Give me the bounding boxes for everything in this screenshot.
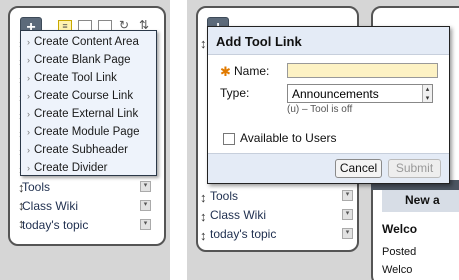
drag-handle-icon[interactable]: ↕ xyxy=(200,190,207,205)
chevron-right-icon: › xyxy=(27,145,30,155)
option-label: Create Blank Page xyxy=(34,54,131,66)
create-module-page-option[interactable]: › Create Module Page xyxy=(27,126,139,138)
option-label: Create External Link xyxy=(34,108,139,120)
chevron-down-icon[interactable]: ▾ xyxy=(140,219,151,230)
chevron-down-icon[interactable]: ▾ xyxy=(140,200,151,211)
dialog-form: ✱ Name: Type: Announcements ▴ ▾ (u) – Too… xyxy=(208,54,449,154)
welcome-text: Welco xyxy=(382,264,413,276)
panel-divider xyxy=(170,0,187,280)
chevron-right-icon: › xyxy=(27,73,30,83)
submit-button[interactable]: Submit xyxy=(388,159,441,178)
type-label: Type: xyxy=(220,86,250,100)
option-label: Create Tool Link xyxy=(34,72,117,84)
create-blank-page-option[interactable]: › Create Blank Page xyxy=(27,54,131,66)
available-to-users-label[interactable]: Available to Users xyxy=(240,131,337,145)
name-label: Name: xyxy=(234,64,270,78)
chevron-right-icon: › xyxy=(27,55,30,65)
chevron-right-icon: › xyxy=(27,37,30,47)
chevron-down-icon[interactable]: ▾ xyxy=(342,228,353,239)
required-asterisk-icon: ✱ xyxy=(220,64,231,79)
option-label: Create Module Page xyxy=(34,126,140,138)
drag-handle-icon[interactable]: ↕ xyxy=(200,209,207,224)
chevron-down-icon[interactable]: ▾ xyxy=(342,209,353,220)
new-announcement-bar[interactable]: New a xyxy=(382,190,459,212)
create-course-link-option[interactable]: › Create Course Link xyxy=(27,90,133,102)
option-label: Create Course Link xyxy=(34,90,134,102)
chevron-right-icon: › xyxy=(27,163,30,173)
available-to-users-checkbox[interactable] xyxy=(223,133,235,145)
tool-off-note: (u) – Tool is off xyxy=(287,104,353,115)
chevron-right-icon: › xyxy=(27,91,30,101)
name-input[interactable] xyxy=(287,63,438,78)
option-label: Create Subheader xyxy=(34,144,128,156)
right-screenshot-panel: + New a Welco Posted Welco ↕ ↕ ↕ ↕ Tools… xyxy=(187,0,459,280)
option-label: Create Divider xyxy=(34,162,108,174)
posted-label: Posted xyxy=(382,246,417,258)
option-label: Create Content Area xyxy=(34,36,139,48)
menu-item-todays-topic[interactable]: today's topic xyxy=(22,218,88,232)
menu-item-tools[interactable]: Tools xyxy=(22,180,50,194)
welcome-heading: Welco xyxy=(382,222,418,236)
cancel-button[interactable]: Cancel xyxy=(335,159,382,178)
menu-item-class-wiki[interactable]: Class Wiki xyxy=(210,208,266,222)
dialog-title: Add Tool Link xyxy=(216,34,302,49)
drag-handle-icon[interactable]: ↕ xyxy=(200,36,207,51)
type-select[interactable]: Announcements ▴ ▾ xyxy=(287,84,433,103)
create-external-link-option[interactable]: › Create External Link xyxy=(27,108,138,120)
add-tool-link-dialog: Add Tool Link ✱ Name: Type: Announcement… xyxy=(207,26,450,184)
chevron-down-icon[interactable]: ▾ xyxy=(342,190,353,201)
create-subheader-option[interactable]: › Create Subheader xyxy=(27,144,128,156)
menu-item-class-wiki[interactable]: Class Wiki xyxy=(22,199,78,213)
chevron-right-icon: › xyxy=(27,109,30,119)
menu-item-tools[interactable]: Tools xyxy=(210,189,238,203)
chevron-right-icon: › xyxy=(27,127,30,137)
left-screenshot-panel: + ≡ ↻ ⇅ ↕ ↕ ↕ ↕ ↕ ↕ ↕ ↕ ↕ ↕ ↕ Tools ▾ Cl… xyxy=(0,0,170,280)
create-divider-option[interactable]: › Create Divider xyxy=(27,162,108,174)
type-select-value: Announcements xyxy=(292,87,379,101)
create-menu-dropdown: › Create Content Area › Create Blank Page … xyxy=(20,30,157,176)
create-content-area-option[interactable]: › Create Content Area xyxy=(27,36,139,48)
drag-handle-icon[interactable]: ↕ xyxy=(200,228,207,243)
chevron-down-icon[interactable]: ▾ xyxy=(140,181,151,192)
create-tool-link-option[interactable]: › Create Tool Link xyxy=(27,72,117,84)
menu-item-todays-topic[interactable]: today's topic xyxy=(210,227,276,241)
select-arrows-icon: ▴ ▾ xyxy=(422,85,432,102)
